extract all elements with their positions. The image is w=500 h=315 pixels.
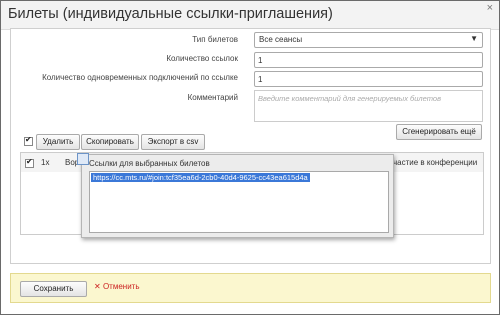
link-count-label: Количество ссылок bbox=[166, 54, 238, 63]
cancel-label: Отменить bbox=[102, 282, 140, 291]
connections-input[interactable]: 1 bbox=[254, 71, 483, 87]
select-all-checkbox[interactable] bbox=[24, 135, 33, 146]
dialog-footer: Сохранить ✕ Отменить bbox=[10, 273, 491, 303]
comment-textarea[interactable]: Введите комментарий для генерируемых бил… bbox=[254, 90, 483, 122]
ticket-type-value: Все сеансы bbox=[259, 35, 303, 44]
ticket-type-select[interactable]: Все сеансы ▼ bbox=[254, 32, 483, 48]
copy-button[interactable]: Скопировать bbox=[81, 134, 139, 150]
links-textarea[interactable]: https://cc.mts.ru/#join:tcf35ea6d-2cb0-4… bbox=[89, 171, 389, 233]
generate-more-button[interactable]: Сгенерировать ещё bbox=[396, 124, 482, 140]
cancel-link[interactable]: ✕ Отменить bbox=[94, 282, 140, 291]
dialog-titlebar: Билеты (индивидуальные ссылки-приглашени… bbox=[1, 1, 499, 30]
export-csv-button[interactable]: Экспорт в csv bbox=[141, 134, 205, 150]
save-button[interactable]: Сохранить bbox=[20, 281, 87, 297]
column-participation-header: частие в конференции bbox=[393, 158, 478, 167]
comment-label: Комментарий bbox=[187, 93, 238, 102]
ticket-link[interactable]: https://cc.mts.ru/#join:tcf35ea6d-2cb0-4… bbox=[91, 173, 310, 182]
connections-label: Количество одновременных подключений по … bbox=[42, 73, 238, 82]
links-popup: Ссылки для выбранных билетов https://cc.… bbox=[77, 153, 394, 238]
link-popup-icon bbox=[77, 153, 89, 165]
tickets-dialog: Билеты (индивидуальные ссылки-приглашени… bbox=[0, 0, 500, 315]
dropdown-arrow-icon: ▼ bbox=[470, 34, 478, 43]
cancel-icon: ✕ bbox=[94, 282, 101, 291]
grid-header-checkbox[interactable] bbox=[25, 157, 34, 168]
ticket-type-label: Тип билетов bbox=[192, 35, 238, 44]
comment-placeholder: Введите комментарий для генерируемых бил… bbox=[258, 94, 441, 103]
delete-button[interactable]: Удалить bbox=[36, 134, 80, 150]
connections-value: 1 bbox=[258, 75, 263, 84]
dialog-title: Билеты (индивидуальные ссылки-приглашени… bbox=[8, 6, 333, 22]
link-count-value: 1 bbox=[258, 56, 263, 65]
link-count-input[interactable]: 1 bbox=[254, 52, 483, 68]
popup-title: Ссылки для выбранных билетов bbox=[89, 159, 210, 168]
close-icon[interactable]: × bbox=[487, 2, 493, 14]
column-count-header: 1x bbox=[41, 158, 50, 167]
